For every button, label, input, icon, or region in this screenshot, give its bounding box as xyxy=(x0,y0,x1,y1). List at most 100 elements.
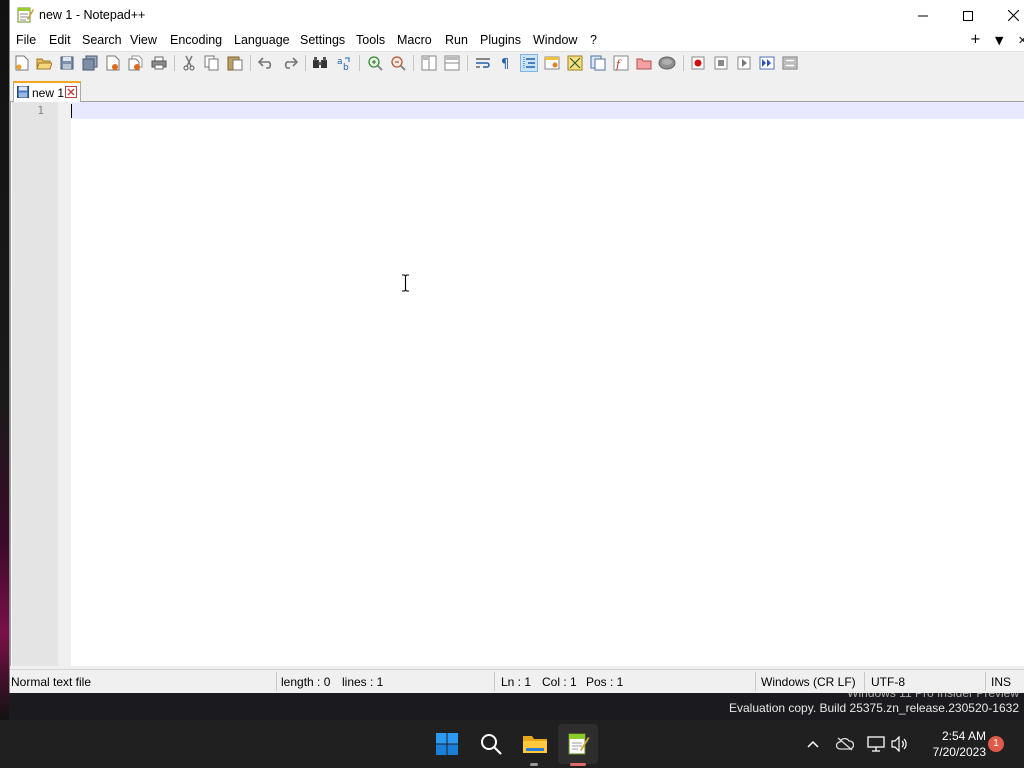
menu-encoding[interactable]: Encoding xyxy=(169,33,223,47)
toolbar-separator xyxy=(683,55,684,71)
play-macro-icon[interactable] xyxy=(735,54,753,72)
status-length: length : 0 xyxy=(281,675,331,689)
doc-list-icon[interactable] xyxy=(589,54,607,72)
file-explorer-button[interactable] xyxy=(520,729,550,759)
menu-run[interactable]: Run xyxy=(444,33,469,47)
close-icon xyxy=(1007,10,1019,21)
indent-guide-icon[interactable] xyxy=(520,54,538,72)
zoom-in-icon[interactable] xyxy=(366,54,384,72)
menu-window[interactable]: Window xyxy=(532,33,578,47)
maximize-icon xyxy=(963,10,973,21)
windows-start-icon xyxy=(436,733,458,755)
ibeam-cursor-icon xyxy=(402,274,409,292)
menu-macro[interactable]: Macro xyxy=(396,33,433,47)
network-icon xyxy=(867,736,885,752)
run-macro-multiple-icon[interactable] xyxy=(758,54,776,72)
menu-language[interactable]: Language xyxy=(233,33,291,47)
taskbar: 2:54 AM 7/20/2023 1 xyxy=(0,720,1024,768)
new-tab-plus-icon[interactable]: + xyxy=(970,32,981,47)
cloud-offline-icon xyxy=(836,737,854,751)
notepadpp-active-indicator xyxy=(570,763,586,766)
folder-workspace-icon[interactable] xyxy=(635,54,653,72)
search-button[interactable] xyxy=(476,729,506,759)
undo-icon[interactable] xyxy=(257,54,275,72)
redo-icon[interactable] xyxy=(281,54,299,72)
print-icon[interactable] xyxy=(150,54,168,72)
notepadpp-taskbar-button[interactable] xyxy=(563,729,593,759)
open-file-icon[interactable] xyxy=(35,54,53,72)
new-file-icon[interactable] xyxy=(13,54,31,72)
close-all-icon[interactable] xyxy=(127,54,145,72)
menu-tools[interactable]: Tools xyxy=(355,33,386,47)
close-button[interactable] xyxy=(990,0,1024,31)
menu-edit[interactable]: Edit xyxy=(48,33,72,47)
line-number: 1 xyxy=(37,104,44,117)
search-icon xyxy=(481,734,502,755)
volume-tray-button[interactable] xyxy=(890,734,910,754)
show-all-chars-icon[interactable]: ¶ xyxy=(497,54,515,72)
minimize-button[interactable] xyxy=(900,0,946,31)
menu-bar: File Edit Search View Encoding Language … xyxy=(10,31,1024,51)
taskbar-clock[interactable]: 2:54 AM 7/20/2023 xyxy=(920,728,986,760)
replace-icon[interactable]: ab xyxy=(335,54,353,72)
zoom-out-icon[interactable] xyxy=(389,54,407,72)
sync-vertical-icon[interactable] xyxy=(420,54,438,72)
toolbar-separator xyxy=(359,55,360,71)
status-lines: lines : 1 xyxy=(342,675,384,689)
toolbar-separator xyxy=(413,55,414,71)
clock-date: 7/20/2023 xyxy=(932,745,986,759)
start-button[interactable] xyxy=(432,729,462,759)
tab-close-icon[interactable] xyxy=(65,86,77,98)
maximize-button[interactable] xyxy=(945,0,991,31)
status-pos: Pos : 1 xyxy=(586,675,624,689)
word-wrap-icon[interactable] xyxy=(474,54,492,72)
tab-bar: new 1 xyxy=(10,76,1024,102)
close-file-icon[interactable] xyxy=(104,54,122,72)
save-macro-icon[interactable] xyxy=(781,54,799,72)
status-ln: Ln : 1 xyxy=(501,675,532,689)
menu-view[interactable]: View xyxy=(129,33,158,47)
svg-text:¶: ¶ xyxy=(501,57,509,70)
menu-help[interactable]: ? xyxy=(589,33,598,47)
window-title: new 1 - Notepad++ xyxy=(39,8,146,22)
toolbar-separator xyxy=(250,55,251,71)
status-col: Col : 1 xyxy=(542,675,577,689)
cut-icon[interactable] xyxy=(180,54,198,72)
save-all-icon[interactable] xyxy=(81,54,99,72)
title-bar: new 1 - Notepad++ xyxy=(10,0,1024,31)
function-list-icon[interactable]: f xyxy=(612,54,630,72)
paste-icon[interactable] xyxy=(226,54,244,72)
clock-time: 2:54 AM xyxy=(941,729,986,743)
status-file-type: Normal text file xyxy=(11,675,92,689)
tab-list-dropdown-icon[interactable]: ▼ xyxy=(995,34,1003,47)
sync-horizontal-icon[interactable] xyxy=(443,54,461,72)
status-separator xyxy=(276,672,277,691)
record-macro-icon[interactable] xyxy=(689,54,707,72)
menu-plugins[interactable]: Plugins xyxy=(479,33,522,47)
close-doc-icon[interactable]: ✕ xyxy=(1018,34,1024,47)
editor-area[interactable]: 1 xyxy=(10,102,1024,666)
stop-macro-icon[interactable] xyxy=(712,54,730,72)
text-content[interactable] xyxy=(72,102,1024,666)
udl-icon[interactable] xyxy=(543,54,561,72)
chevron-up-icon xyxy=(807,740,819,748)
unsaved-file-icon xyxy=(17,86,29,98)
tab-new-1[interactable]: new 1 xyxy=(13,81,81,102)
menu-file[interactable]: File xyxy=(15,33,37,47)
monitoring-icon[interactable] xyxy=(658,54,676,72)
network-tray-button[interactable] xyxy=(866,734,886,754)
tab-label: new 1 xyxy=(32,86,65,100)
tray-overflow-button[interactable] xyxy=(803,734,823,754)
doc-map-icon[interactable] xyxy=(566,54,584,72)
fold-margin[interactable] xyxy=(58,102,71,666)
minimize-icon xyxy=(918,15,928,16)
find-icon[interactable] xyxy=(311,54,329,72)
notification-badge[interactable]: 1 xyxy=(988,736,1004,752)
menu-search[interactable]: Search xyxy=(81,33,123,47)
copy-icon[interactable] xyxy=(203,54,221,72)
menu-settings[interactable]: Settings xyxy=(299,33,346,47)
save-icon[interactable] xyxy=(58,54,76,72)
svg-text:b: b xyxy=(343,63,349,71)
folder-icon xyxy=(523,736,547,753)
onedrive-tray-button[interactable] xyxy=(835,734,855,754)
